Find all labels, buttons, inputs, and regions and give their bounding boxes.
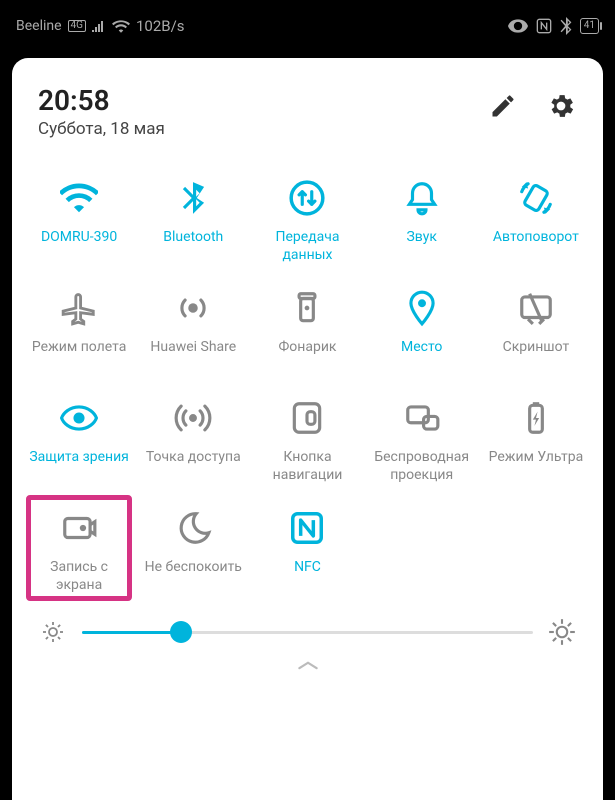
tile-label: DOMRU-390 xyxy=(39,229,119,265)
tile-ultra[interactable]: Режим Ультра xyxy=(479,387,593,493)
tile-rotate[interactable]: Автоповорот xyxy=(479,167,593,273)
tile-airplane[interactable]: Режим полета xyxy=(22,277,136,383)
screenshot-icon xyxy=(513,285,559,331)
nfc-status-icon xyxy=(536,18,552,34)
battery-status-icon: 41 xyxy=(580,18,599,34)
bluetooth-status-icon xyxy=(560,17,572,35)
hotspot-icon xyxy=(170,395,216,441)
carrier-label: Beeline xyxy=(16,18,62,34)
panel-header: 20:58 Суббота, 18 мая xyxy=(22,78,593,149)
quick-settings-panel: 20:58 Суббота, 18 мая DOMRU-390 Bluetooth… xyxy=(12,58,603,800)
tile-label: Запись с экрана xyxy=(24,559,134,595)
tile-data[interactable]: Передача данных xyxy=(250,167,364,273)
tile-navkey[interactable]: Кнопка навигации xyxy=(250,387,364,493)
brightness-row xyxy=(22,607,593,651)
tile-label: Режим Ультра xyxy=(487,449,586,485)
cast-icon xyxy=(399,395,445,441)
brightness-low-icon xyxy=(38,617,68,647)
clock-time: 20:58 xyxy=(38,84,165,117)
tile-label: Автоповорот xyxy=(491,229,581,265)
tile-hshare[interactable]: Huawei Share xyxy=(136,277,250,383)
brightness-high-icon xyxy=(547,617,577,647)
tiles-grid: DOMRU-390 Bluetooth Передача данных Звук Авт… xyxy=(22,167,593,603)
rotate-icon xyxy=(513,175,559,221)
tile-torch[interactable]: Фонарик xyxy=(250,277,364,383)
tile-label: Беспроводная проекция xyxy=(367,449,477,485)
tile-nfc[interactable]: NFC xyxy=(250,497,364,603)
tile-hotspot[interactable]: Точка доступа xyxy=(136,387,250,493)
wifi-icon xyxy=(56,175,102,221)
tile-bluetooth[interactable]: Bluetooth xyxy=(136,167,250,273)
navkey-icon xyxy=(284,395,330,441)
tile-label: Кнопка навигации xyxy=(252,449,362,485)
brightness-slider[interactable] xyxy=(82,617,533,647)
tile-label: Режим полета xyxy=(30,339,128,375)
screenrec-icon xyxy=(56,505,102,551)
tile-eyecare[interactable]: Защита зрения xyxy=(22,387,136,493)
tile-wifi[interactable]: DOMRU-390 xyxy=(22,167,136,273)
tile-label: Место xyxy=(399,339,444,375)
tile-label: NFC xyxy=(292,559,323,595)
nfc-icon xyxy=(284,505,330,551)
tile-label: Передача данных xyxy=(252,229,362,265)
eye-icon xyxy=(56,395,102,441)
tile-label: Huawei Share xyxy=(148,339,238,375)
tile-dnd[interactable]: Не беспокоить xyxy=(136,497,250,603)
data-speed-label: 102B/s xyxy=(136,17,185,35)
tile-screenrec[interactable]: Запись с экрана xyxy=(22,497,136,603)
network-4g-icon: 4G xyxy=(68,20,86,32)
tile-label: Скриншот xyxy=(501,339,572,375)
tile-label: Звук xyxy=(404,229,438,265)
battery-ultra-icon xyxy=(513,395,559,441)
eye-comfort-status-icon xyxy=(508,19,528,33)
airplane-icon xyxy=(56,285,102,331)
signal-icon xyxy=(92,20,106,32)
wifi-status-icon xyxy=(112,19,130,33)
moon-icon xyxy=(170,505,216,551)
share-icon xyxy=(170,285,216,331)
tile-cast[interactable]: Беспроводная проекция xyxy=(365,387,479,493)
tile-label: Точка доступа xyxy=(144,449,243,485)
tile-label: Bluetooth xyxy=(161,229,225,265)
edit-button[interactable] xyxy=(487,90,519,122)
tile-location[interactable]: Место xyxy=(365,277,479,383)
tile-label: Защита зрения xyxy=(27,449,131,485)
expand-handle[interactable] xyxy=(22,651,593,675)
clock-date: Суббота, 18 мая xyxy=(38,119,165,139)
bluetooth-icon xyxy=(170,175,216,221)
tile-screenshot[interactable]: Скриншот xyxy=(479,277,593,383)
settings-button[interactable] xyxy=(545,90,577,122)
torch-icon xyxy=(284,285,330,331)
tile-sound[interactable]: Звук xyxy=(365,167,479,273)
tile-label: Не беспокоить xyxy=(143,559,244,595)
location-icon xyxy=(399,285,445,331)
tile-label: Фонарик xyxy=(276,339,338,375)
status-bar: Beeline 4G 102B/s 41 xyxy=(0,0,615,52)
bell-icon xyxy=(399,175,445,221)
data-icon xyxy=(284,175,330,221)
